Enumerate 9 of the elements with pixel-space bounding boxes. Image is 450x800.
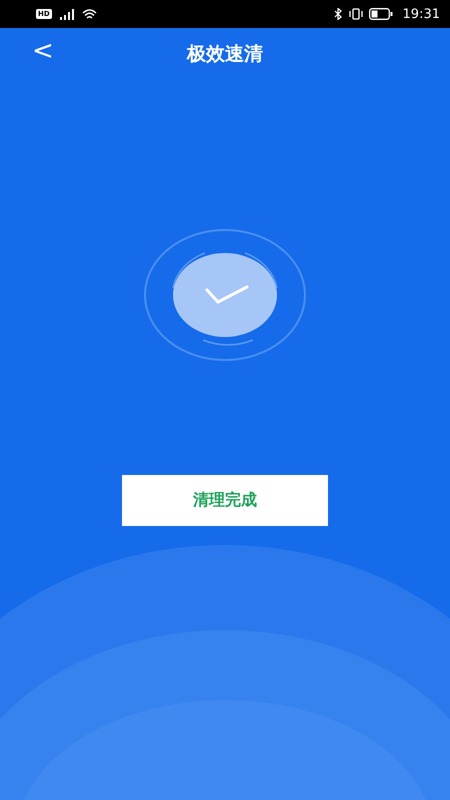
- back-button[interactable]: <: [26, 36, 60, 66]
- bluetooth-icon: [334, 8, 343, 20]
- page-title: 极效速清: [187, 42, 263, 67]
- vibrate-icon: [348, 8, 363, 20]
- clock-time: 19:31: [402, 6, 440, 22]
- signal-icon: [58, 8, 76, 20]
- clean-complete-button[interactable]: 清理完成: [122, 475, 328, 526]
- battery-icon: [368, 8, 393, 20]
- wifi-icon: [82, 8, 97, 20]
